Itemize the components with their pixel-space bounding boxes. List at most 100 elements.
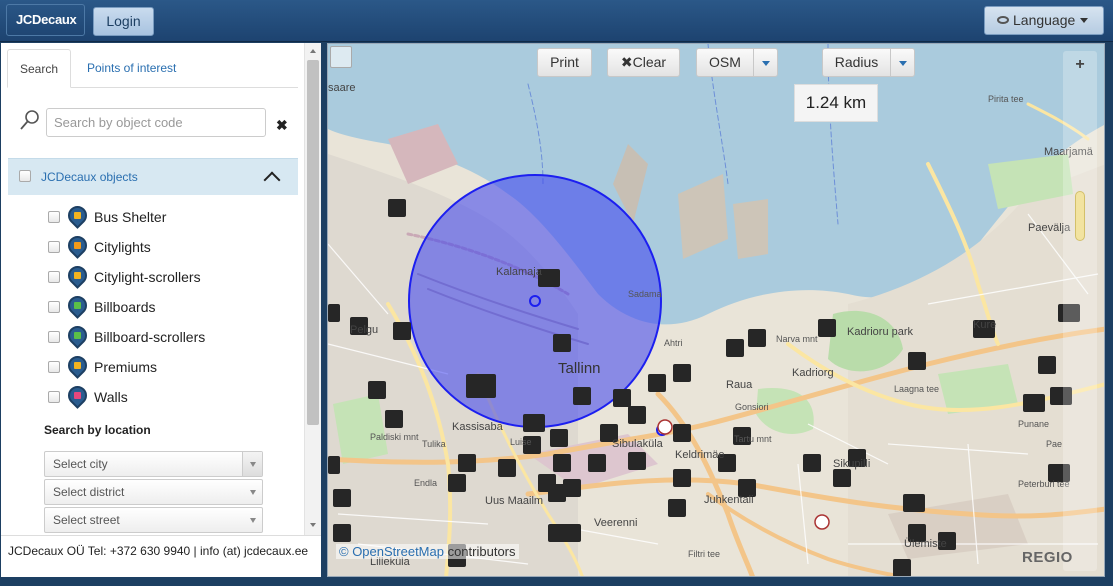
object-type-label: Citylight-scrollers: [94, 269, 201, 285]
object-code-search-input[interactable]: [46, 108, 266, 137]
map-layer-button[interactable]: OSM: [696, 48, 754, 77]
map-label-raua: Raua: [726, 379, 753, 391]
language-dropdown[interactable]: Language: [984, 6, 1104, 35]
city-select-toggle[interactable]: [242, 452, 262, 476]
clear-map-button[interactable]: ✖Clear: [607, 48, 680, 77]
bus-shelter-marker-icon: [64, 202, 91, 229]
map-label-saare: saare: [328, 82, 356, 94]
scroll-down-icon[interactable]: [310, 523, 316, 527]
map-label-uus-maailm: Uus Maailm: [485, 495, 544, 507]
checkbox[interactable]: [48, 241, 60, 253]
caret-down-icon: [899, 61, 907, 66]
map-label-gonsiori: Gonsiori: [735, 402, 769, 412]
top-navbar: JCDecaux Login Language: [0, 0, 1113, 42]
map-label-veerenni: Veerenni: [594, 517, 638, 529]
object-type-premiums: Premiums: [48, 352, 298, 383]
map-label-paldiski-mnt: Paldiski mnt: [370, 432, 419, 442]
chevron-up-icon[interactable]: [263, 171, 281, 189]
osm-link[interactable]: © OpenStreetMap: [339, 544, 444, 559]
object-type-bus-shelter: Bus Shelter: [48, 202, 298, 233]
map-label-tallinn: Tallinn: [558, 360, 601, 377]
city-select-value: Select city: [53, 457, 108, 471]
checkbox[interactable]: [48, 391, 60, 403]
scroll-up-icon[interactable]: [310, 49, 316, 53]
caret-down-icon: [250, 518, 256, 523]
caret-down-icon: [250, 462, 256, 467]
map-label-peterburi-tee: Peterburi tee: [1018, 479, 1070, 489]
map-label-tulika: Tulika: [422, 439, 446, 449]
map-label-kadrioru-park: Kadrioru park: [847, 326, 914, 338]
district-select[interactable]: Select district: [44, 479, 263, 505]
radius-button[interactable]: Radius: [822, 48, 891, 77]
object-type-walls: Walls: [48, 382, 298, 413]
map-label-juhkentali: Juhkentali: [704, 494, 754, 506]
street-select-value: Select street: [53, 513, 120, 527]
jcdecaux-objects-group[interactable]: JCDecaux objects: [8, 158, 298, 195]
contact-footer: JCDecaux OÜ Tel: +372 630 9940 | info (a…: [1, 535, 321, 577]
map-label-filtri-tee: Filtri tee: [688, 549, 721, 559]
city-select[interactable]: Select city: [44, 451, 263, 477]
object-type-citylight-scrollers: Citylight-scrollers: [48, 262, 298, 293]
object-type-label: Walls: [94, 389, 128, 405]
brand-logo[interactable]: JCDecaux: [6, 4, 85, 36]
search-icon: [20, 110, 39, 130]
object-type-billboard-scrollers: Billboard-scrollers: [48, 322, 298, 353]
map-label-luise: Luise: [510, 437, 532, 447]
caret-down-icon: [250, 490, 256, 495]
checkbox[interactable]: [48, 211, 60, 223]
object-type-label: Billboard-scrollers: [94, 329, 206, 345]
checkbox[interactable]: [48, 271, 60, 283]
map-label-endla: Endla: [414, 478, 438, 488]
object-type-billboards: Billboards: [48, 292, 298, 323]
map-label-keldrimae: Keldrimäe: [675, 449, 725, 461]
map-label-pae: Pae: [1046, 439, 1063, 449]
citylight-marker-icon: [64, 232, 91, 259]
map-label-pirita-tee: Pirita tee: [988, 94, 1024, 104]
billboard-marker-icon: [64, 292, 91, 319]
scrollbar-thumb[interactable]: [307, 60, 319, 425]
language-label: Language: [1013, 12, 1076, 28]
map-view[interactable]: Tallinn Kalamaja Kadriorg Kadrioru park …: [327, 43, 1105, 577]
premium-marker-icon: [64, 352, 91, 379]
object-type-list: Bus Shelter Citylights Citylight-scrolle…: [48, 202, 298, 413]
search-panel: Search Points of interest ✖ JCDecaux obj…: [1, 43, 321, 577]
zoom-in-button[interactable]: +: [1071, 56, 1089, 74]
search-by-location-title: Search by location: [44, 423, 151, 437]
tab-points-of-interest[interactable]: Points of interest: [87, 49, 176, 88]
district-select-value: Select district: [53, 485, 125, 499]
object-type-label: Premiums: [94, 359, 158, 375]
map-label-laagna-tee: Laagna tee: [894, 384, 940, 394]
street-select[interactable]: Select street: [44, 507, 263, 533]
login-button[interactable]: Login: [93, 7, 154, 36]
object-type-citylights: Citylights: [48, 232, 298, 263]
map-label-sibulakula: Sibulaküla: [612, 438, 663, 450]
radius-dropdown[interactable]: [891, 48, 915, 77]
checkbox[interactable]: [48, 331, 60, 343]
panel-scrollbar[interactable]: [304, 43, 321, 535]
map-label-punane: Punane: [1018, 419, 1050, 429]
checkbox[interactable]: [48, 361, 60, 373]
group-checkbox[interactable]: [19, 170, 31, 182]
group-label: JCDecaux objects: [41, 170, 138, 184]
map-label-kure: Kure: [973, 319, 997, 331]
print-button[interactable]: Print: [537, 48, 592, 77]
map-label-kassisaba: Kassisaba: [452, 421, 503, 433]
radius-distance-display: 1.24 km: [794, 84, 878, 122]
object-type-label: Citylights: [94, 239, 151, 255]
caret-down-icon: [762, 61, 770, 66]
eye-icon: [997, 16, 1009, 24]
checkbox[interactable]: [48, 301, 60, 313]
map-attribution: © OpenStreetMap contributors: [336, 544, 519, 559]
map-label-pelgu: Pelgu: [350, 324, 379, 336]
zoom-control: +: [1063, 51, 1097, 571]
map-layer-dropdown[interactable]: [754, 48, 778, 77]
panel-tabs: Search Points of interest: [7, 49, 298, 88]
zoom-slider-handle[interactable]: [1075, 191, 1085, 241]
attribution-text: contributors: [443, 544, 516, 559]
map-label-ulemiste: Ülemiste: [904, 538, 947, 550]
fullscreen-icon[interactable]: [330, 46, 352, 68]
clear-search-icon[interactable]: ✖: [276, 117, 288, 134]
caret-down-icon: [1080, 18, 1089, 23]
tab-search[interactable]: Search: [7, 49, 71, 88]
map-label-narva-mnt: Narva mnt: [776, 334, 818, 344]
